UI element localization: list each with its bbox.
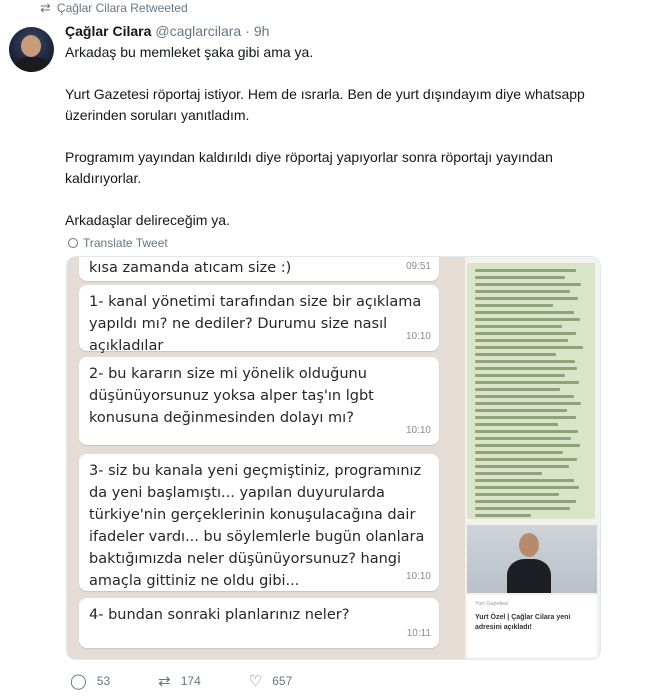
like-count: 657 [272,674,293,688]
heart-icon: ♡ [248,673,263,690]
reply-button[interactable]: ◯ 53 [70,672,110,690]
article-card: Yurt Gazetesi Yurt Özel | Çağlar Cilara … [467,595,597,657]
tweet-actions: ◯ 53 ⇄ 174 ♡ 657 [70,672,340,690]
like-button[interactable]: ♡ 657 [249,672,292,690]
chat-message: 3- siz bu kanala yeni geçmiştiniz, progr… [79,454,439,591]
article-source: Yurt Gazetesi [475,601,509,607]
retweet-notice-text: Çağlar Cilara Retweeted [56,1,188,15]
tweet-header: Çağlar Cilara @caglarcilara · 9h [65,23,269,39]
chat-message-time: 10:11 [406,628,431,639]
retweet-icon: ⇄ [40,0,51,15]
chat-message-time: 10:10 [405,331,431,342]
tweet-text: Arkadaş bu memleket şaka gibi ama ya. Yu… [65,42,625,252]
author-handle[interactable]: @caglarcilara [155,23,241,39]
chat-message: 2- bu kararın size mi yönelik olduğunu d… [79,357,439,445]
chat-message: 4- bundan sonraki planlarınız neler? 10:… [79,598,439,648]
tweet-paragraph: Yurt Gazetesi röportaj istiyor. Hem de ı… [65,86,585,123]
chat-message-text: 2- bu kararın size mi yönelik olduğunu d… [89,366,374,426]
side-screenshot: Yurt Gazetesi Yurt Özel | Çağlar Cilara … [465,257,600,659]
tweet-time[interactable]: 9h [254,23,270,39]
chat-message-text: 4- bundan sonraki planlarınız neler? [89,607,350,623]
separator-dot: · [245,23,250,39]
whatsapp-chat-screenshot: kısa zamanda atıcam size :) 09:51 1- kan… [67,257,465,659]
article-title: Yurt Özel | Çağlar Cilara yeni adresini … [475,614,571,631]
person-photo [467,525,597,593]
chat-message-text: 3- siz bu kanala yeni geçmiştiniz, progr… [89,463,425,589]
chat-message-time: 09:51 [405,261,431,272]
translate-label: Translate Tweet [83,236,168,250]
retweet-count: 174 [180,674,201,688]
retweet-button[interactable]: ⇄ 174 [158,672,201,690]
chat-message: kısa zamanda atıcam size :) 09:51 [79,257,439,281]
chat-message-time: 10:10 [405,571,431,582]
tweet-media[interactable]: kısa zamanda atıcam size :) 09:51 1- kan… [66,256,601,660]
tweet-paragraph: Arkadaşlar delireceğim ya. [65,212,230,228]
reply-document-thumbnail [467,263,595,519]
reply-count: 53 [96,674,111,688]
chat-message-text: 1- kanal yönetimi tarafından size bir aç… [89,294,422,354]
reply-icon: ◯ [70,673,87,690]
tweet-paragraph: Programım yayından kaldırıldı diye röpor… [65,149,553,186]
retweet-icon: ⇄ [158,673,171,690]
chat-message: 1- kanal yönetimi tarafından size bir aç… [79,285,439,354]
retweet-notice: ⇄ Çağlar Cilara Retweeted [40,0,188,16]
chat-message-time: 10:10 [405,425,431,436]
globe-icon [68,238,78,248]
tweet-paragraph: Arkadaş bu memleket şaka gibi ama ya. [65,44,314,60]
author-name[interactable]: Çağlar Cilara [65,23,151,39]
translate-tweet-link[interactable]: Translate Tweet [68,236,168,250]
chat-message-text: kısa zamanda atıcam size :) [89,260,292,276]
avatar[interactable] [9,27,54,72]
